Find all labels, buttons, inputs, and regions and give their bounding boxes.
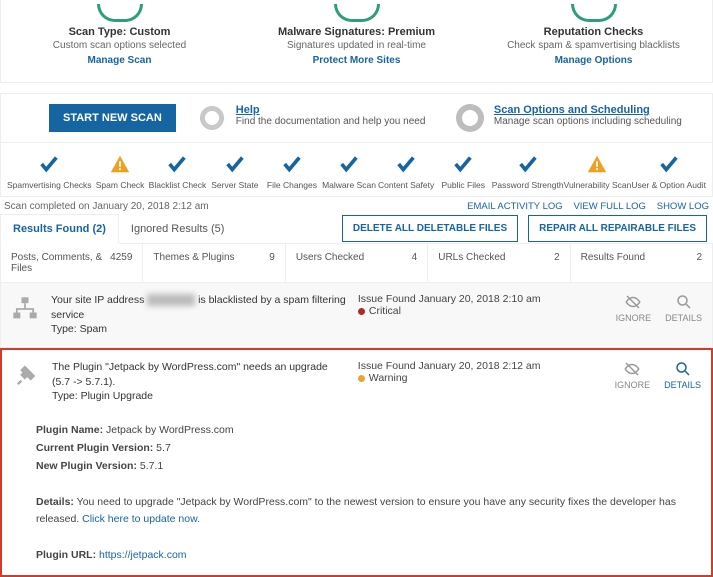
repair-all-button[interactable]: REPAIR ALL REPAIRABLE FILES — [528, 215, 707, 242]
severity-label: Warning — [369, 372, 408, 384]
issue-details-panel: Plugin Name: Jetpack by WordPress.com Cu… — [2, 414, 711, 575]
issue-text: The Plugin "Jetpack by WordPress.com" ne… — [52, 361, 328, 388]
check-content-safety[interactable]: Content Safety — [378, 153, 435, 190]
issue-type: Type: Plugin Upgrade — [52, 390, 153, 402]
meta-row: Scan completed on January 20, 2018 2:12 … — [0, 197, 713, 214]
view-full-log-link[interactable]: VIEW FULL LOG — [573, 201, 646, 212]
new-version-label: New Plugin Version: — [36, 460, 137, 472]
schedule-sub: Manage scan options including scheduling — [494, 116, 682, 127]
card-scan-type: Scan Type: Custom Custom scan options se… — [1, 0, 238, 74]
ring-icon — [334, 4, 380, 22]
scan-checks-row: Spamvertising ChecksSpam CheckBlacklist … — [0, 143, 713, 197]
check-public-files[interactable]: Public Files — [435, 153, 492, 190]
start-scan-button[interactable]: START NEW SCAN — [49, 104, 176, 132]
ring-icon — [97, 4, 143, 22]
email-log-link[interactable]: EMAIL ACTIVITY LOG — [467, 201, 563, 212]
check-blacklist-check[interactable]: Blacklist Check — [149, 153, 207, 190]
sitemap-icon — [11, 293, 39, 326]
card-link[interactable]: Protect More Sites — [244, 55, 469, 66]
check-file-changes[interactable]: File Changes — [263, 153, 320, 190]
ignore-button[interactable]: IGNORE — [615, 360, 651, 390]
tab-bar: Results Found (2) Ignored Results (5) DE… — [0, 214, 713, 244]
ring-icon — [571, 4, 617, 22]
action-panel: START NEW SCAN Help Find the documentati… — [0, 93, 713, 143]
stats-row: Posts, Comments, & Files4259Themes & Plu… — [0, 244, 713, 283]
plug-icon — [12, 360, 40, 393]
help-sub: Find the documentation and help you need — [236, 116, 426, 127]
tab-actions: DELETE ALL DELETABLE FILES REPAIR ALL RE… — [342, 215, 713, 242]
schedule-block: Scan Options and Scheduling Manage scan … — [446, 104, 704, 132]
plugin-url-label: Plugin URL: — [36, 549, 96, 561]
current-version-label: Current Plugin Version: — [36, 442, 153, 454]
scan-completed-text: Scan completed on January 20, 2018 2:12 … — [4, 201, 209, 212]
stat-cell: Themes & Plugins9 — [143, 244, 285, 282]
issue-text: Your site IP address — [51, 294, 147, 306]
summary-cards: Scan Type: Custom Custom scan options se… — [0, 0, 713, 83]
check-server-state[interactable]: Server State — [206, 153, 263, 190]
plugin-name-label: Plugin Name: — [36, 424, 103, 436]
delete-all-button[interactable]: DELETE ALL DELETABLE FILES — [342, 215, 518, 242]
card-title: Scan Type: Custom — [7, 26, 232, 38]
issue-found: Issue Found January 20, 2018 2:10 am — [358, 293, 604, 305]
stat-cell: Users Checked4 — [286, 244, 428, 282]
plugin-name-value: Jetpack by WordPress.com — [103, 424, 234, 436]
details-button[interactable]: DETAILS — [665, 293, 702, 323]
help-block: Help Find the documentation and help you… — [188, 104, 446, 132]
schedule-link[interactable]: Scan Options and Scheduling — [494, 104, 682, 116]
update-now-link[interactable]: Click here to update now. — [82, 513, 200, 525]
show-log-link[interactable]: SHOW LOG — [657, 201, 709, 212]
highlighted-issue: The Plugin "Jetpack by WordPress.com" ne… — [0, 348, 713, 577]
card-title: Reputation Checks — [481, 26, 706, 38]
check-user-option-audit[interactable]: User & Option Audit — [631, 153, 706, 190]
issue-desc: The Plugin "Jetpack by WordPress.com" ne… — [52, 360, 346, 404]
ip-blurred: xxx.xxx.xx — [147, 294, 195, 306]
issue-type: Type: Spam — [51, 323, 107, 335]
check-spamvertising-checks[interactable]: Spamvertising Checks — [7, 153, 92, 190]
stat-cell: Posts, Comments, & Files4259 — [1, 244, 143, 282]
issue-desc: Your site IP address xxx.xxx.xx is black… — [51, 293, 346, 337]
ignore-button[interactable]: IGNORE — [616, 293, 652, 323]
card-link[interactable]: Manage Options — [481, 55, 706, 66]
issue-actions: IGNORE DETAILS — [616, 293, 702, 323]
issue-status: Issue Found January 20, 2018 2:12 am War… — [358, 360, 603, 384]
lifesaver-icon — [198, 104, 226, 132]
check-spam-check[interactable]: Spam Check — [92, 153, 149, 190]
issue-actions: IGNORE DETAILS — [615, 360, 701, 390]
issue-plugin-upgrade: The Plugin "Jetpack by WordPress.com" ne… — [2, 350, 711, 414]
card-sub: Check spam & spamvertising blacklists — [481, 40, 706, 51]
current-version-value: 5.7 — [153, 442, 171, 454]
details-button-active[interactable]: DETAILS — [664, 360, 701, 390]
new-version-value: 5.7.1 — [137, 460, 163, 472]
check-password-strength[interactable]: Password Strength — [492, 153, 564, 190]
issue-status: Issue Found January 20, 2018 2:10 am Cri… — [358, 293, 604, 317]
card-link[interactable]: Manage Scan — [7, 55, 232, 66]
card-sub: Custom scan options selected — [7, 40, 232, 51]
severity-dot-critical — [358, 308, 365, 315]
issue-spam: Your site IP address xxx.xxx.xx is black… — [0, 283, 713, 348]
check-malware-scan[interactable]: Malware Scan — [320, 153, 377, 190]
stat-cell: URLs Checked2 — [428, 244, 570, 282]
card-sub: Signatures updated in real-time — [244, 40, 469, 51]
stat-cell: Results Found2 — [571, 244, 712, 282]
log-links: EMAIL ACTIVITY LOG VIEW FULL LOG SHOW LO… — [459, 201, 709, 212]
check-vulnerability-scan[interactable]: Vulnerability Scan — [564, 153, 632, 190]
card-malware: Malware Signatures: Premium Signatures u… — [238, 0, 475, 74]
plugin-url-link[interactable]: https://jetpack.com — [96, 549, 186, 561]
issue-found: Issue Found January 20, 2018 2:12 am — [358, 360, 603, 372]
severity-label: Critical — [369, 305, 401, 317]
card-title: Malware Signatures: Premium — [244, 26, 469, 38]
help-link[interactable]: Help — [236, 104, 426, 116]
tab-results[interactable]: Results Found (2) — [0, 214, 119, 244]
card-reputation: Reputation Checks Check spam & spamverti… — [475, 0, 712, 74]
gear-icon — [456, 104, 484, 132]
tab-ignored[interactable]: Ignored Results (5) — [119, 215, 237, 243]
severity-dot-warning — [358, 375, 365, 382]
